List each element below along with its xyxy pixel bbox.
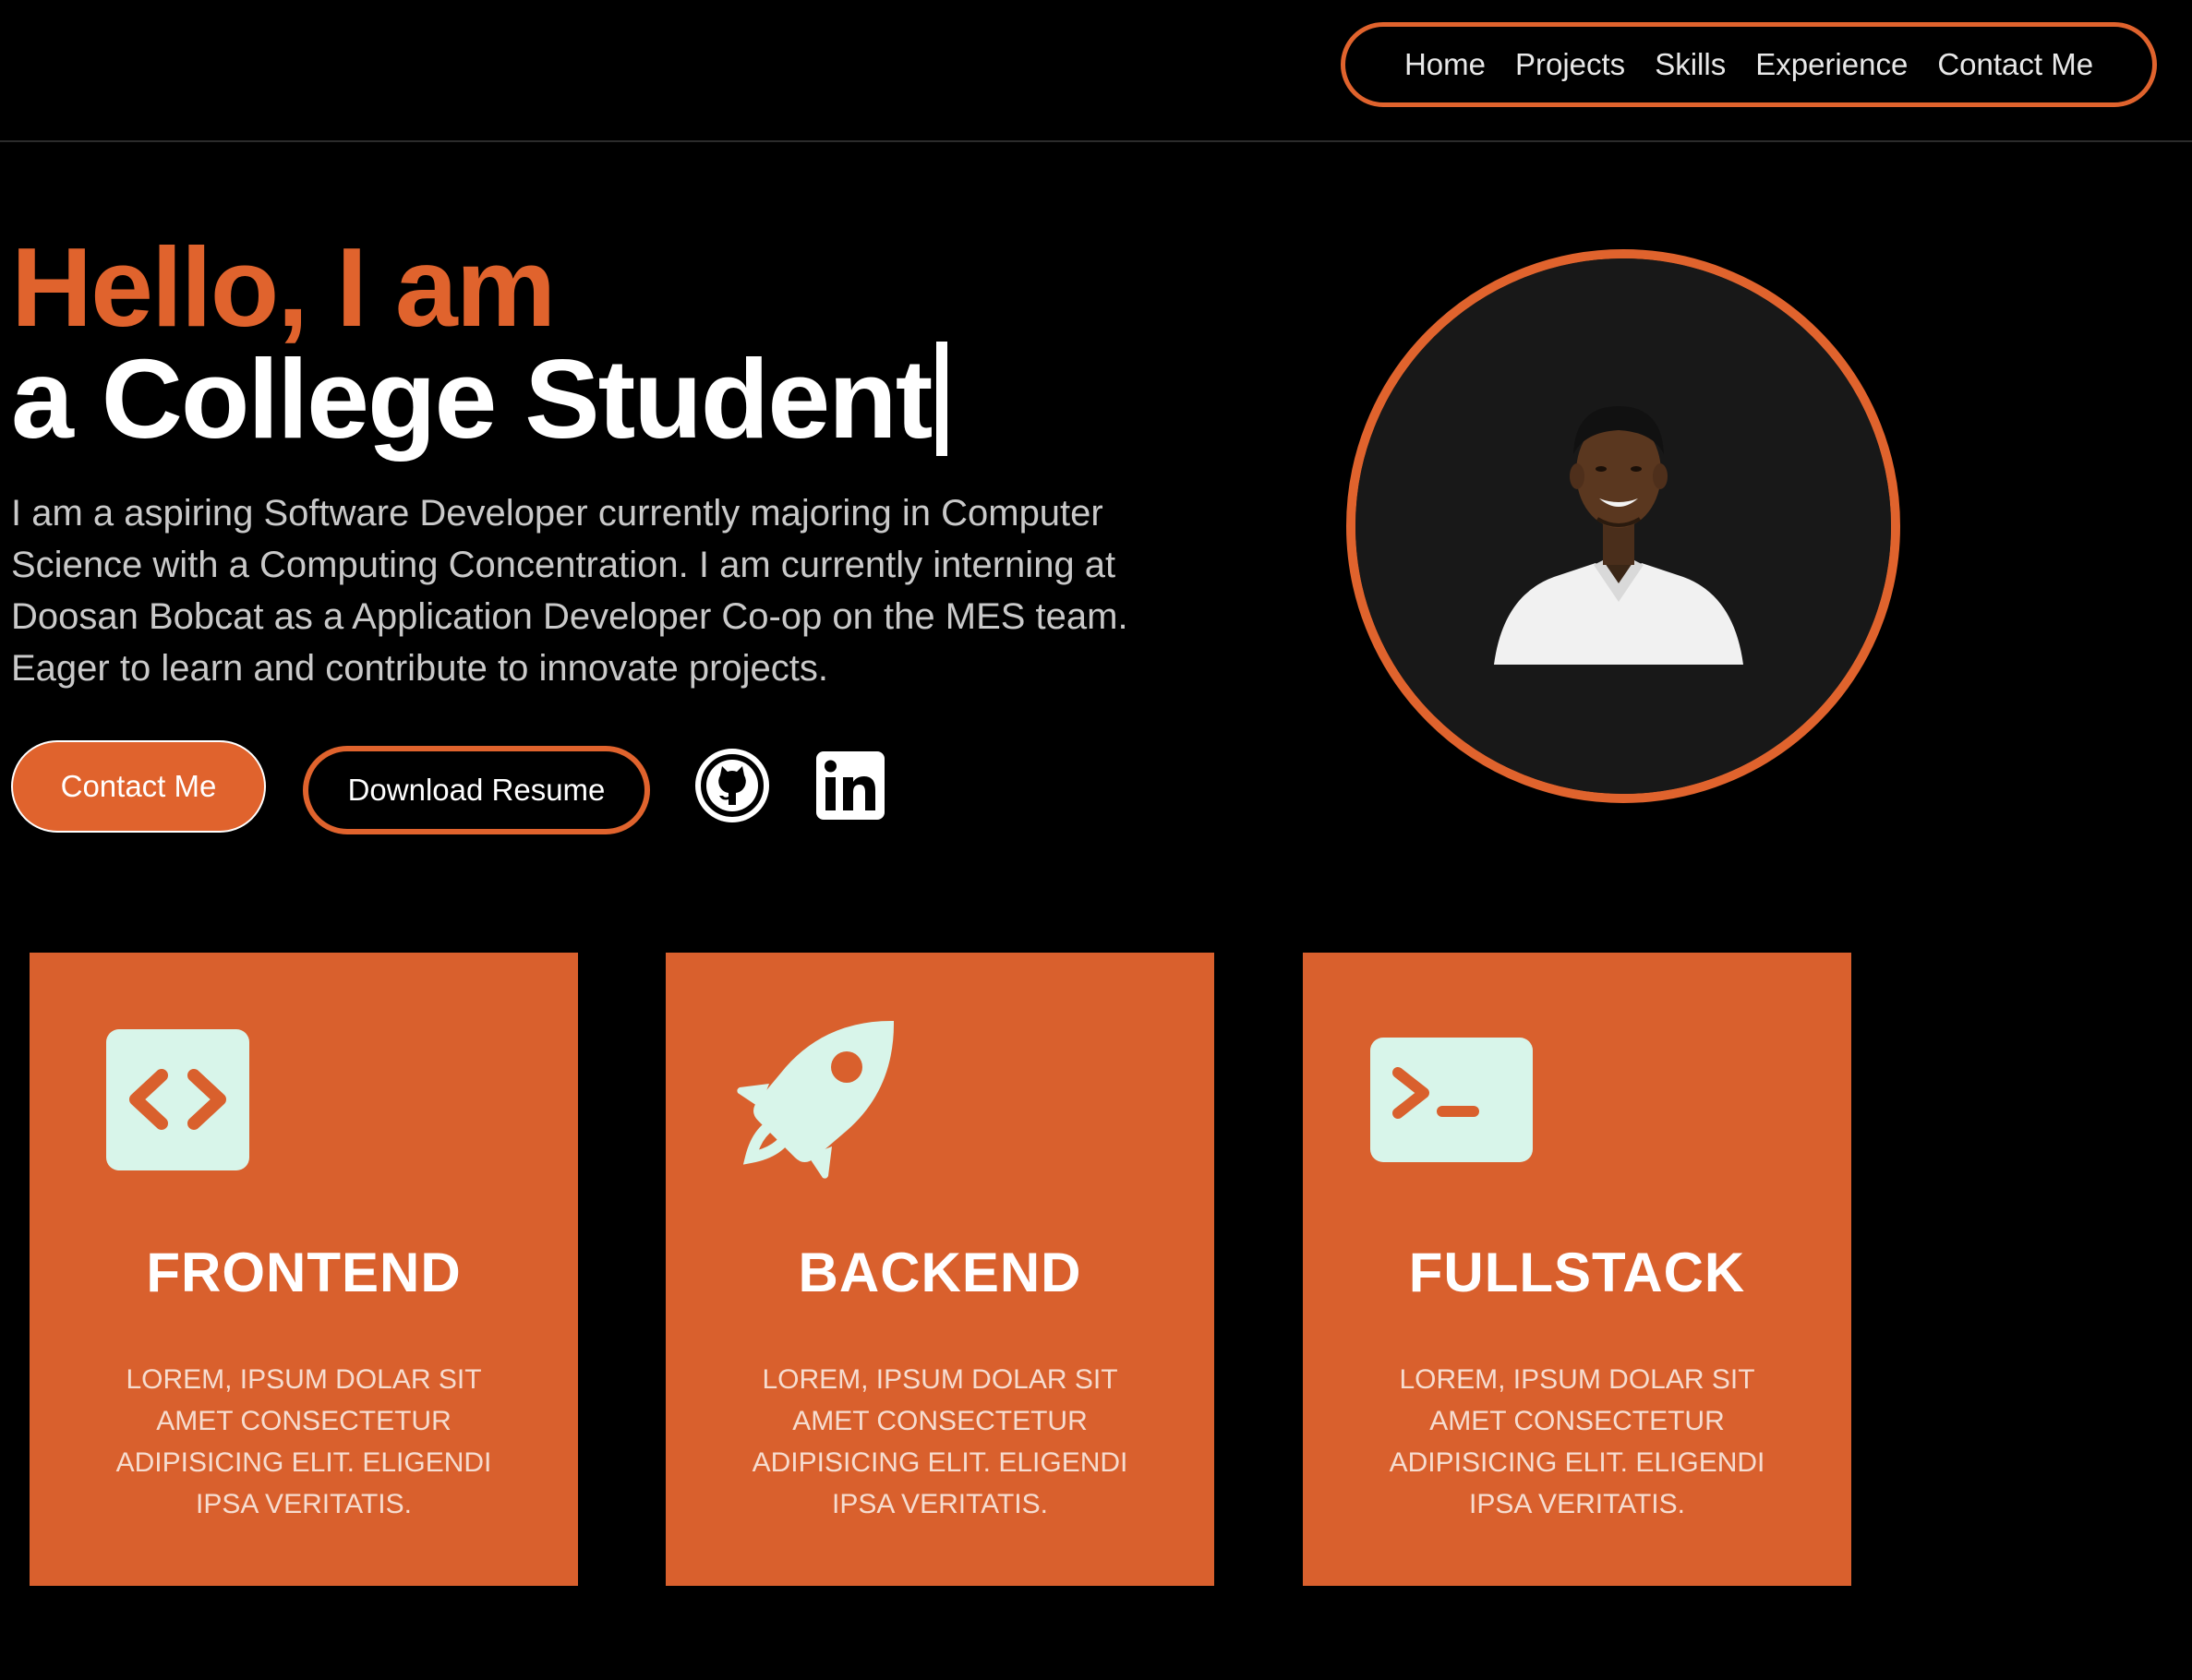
- github-icon[interactable]: [694, 748, 770, 823]
- nav-skills-link[interactable]: Skills: [1655, 47, 1726, 82]
- card-title: FRONTEND: [146, 1242, 462, 1303]
- card-title: FULLSTACK: [1408, 1242, 1746, 1303]
- main-nav: Home Projects Skills Experience Contact …: [1341, 22, 2157, 107]
- nav-experience-link[interactable]: Experience: [1755, 47, 1908, 82]
- contact-me-button[interactable]: Contact Me: [11, 740, 266, 833]
- fullstack-card: FULLSTACK Lorem, ipsum dolar sit amet co…: [1303, 953, 1851, 1586]
- hero-role-text: a College Student: [11, 336, 933, 462]
- card-title: BACKEND: [798, 1242, 1082, 1303]
- backend-card: BACKEND Lorem, ipsum dolar sit amet cons…: [666, 953, 1214, 1586]
- rocket-icon: [732, 1019, 898, 1190]
- card-text: Lorem, ipsum dolar sit amet consectetur …: [752, 1364, 1128, 1519]
- download-resume-button[interactable]: Download Resume: [303, 746, 650, 834]
- linkedin-icon[interactable]: [816, 751, 885, 820]
- typing-caret: [936, 342, 948, 456]
- hero-description: I am a aspiring Software Developer curre…: [11, 493, 1128, 689]
- top-navbar: Home Projects Skills Experience Contact …: [0, 0, 2192, 142]
- nav-home-link[interactable]: Home: [1404, 47, 1486, 82]
- nav-projects-link[interactable]: Projects: [1515, 47, 1625, 82]
- hero-greeting: Hello, I am: [11, 224, 556, 350]
- nav-contact-link[interactable]: Contact Me: [1937, 47, 2093, 82]
- terminal-icon: [1370, 1038, 1533, 1167]
- card-text: Lorem, ipsum dolar sit amet consectetur …: [1389, 1364, 1765, 1519]
- profile-photo: [1346, 249, 1900, 803]
- code-brackets-icon: [106, 1029, 249, 1175]
- hero-role-line: a College Student: [11, 342, 948, 456]
- card-text: Lorem, ipsum dolar sit amet consectetur …: [115, 1364, 492, 1519]
- frontend-card: FRONTEND Lorem, ipsum dolar sit amet con…: [30, 953, 578, 1586]
